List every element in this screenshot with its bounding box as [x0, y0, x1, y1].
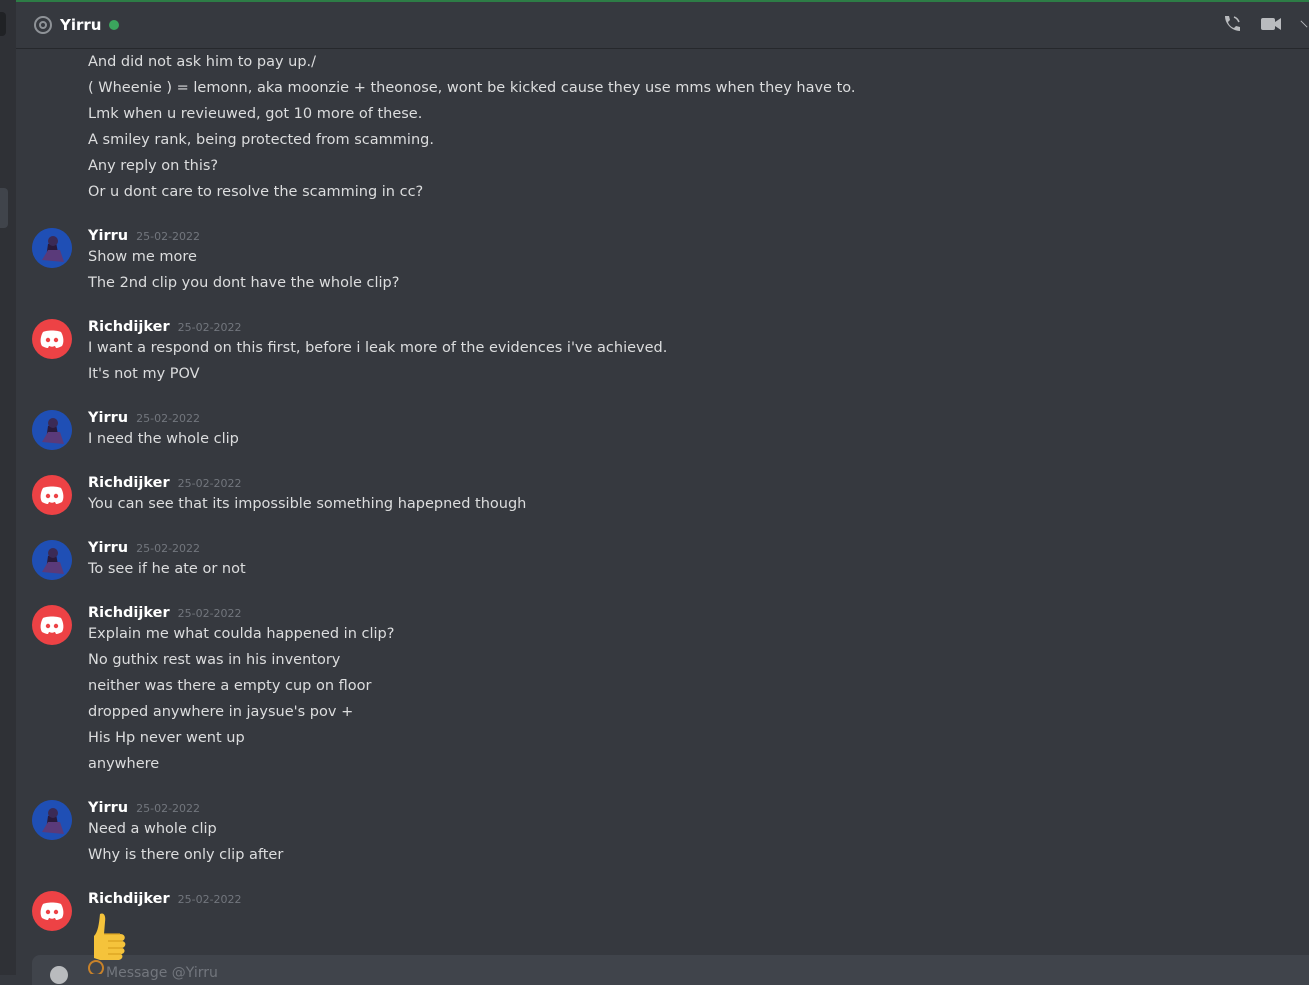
message-timestamp: 25-02-2022 [177, 477, 242, 490]
message-timestamp: 25-02-2022 [177, 321, 242, 334]
author-name[interactable]: Yirru [88, 410, 128, 426]
discord-logo-icon[interactable] [32, 319, 72, 359]
message-line: anywhere [88, 756, 160, 772]
header-toolbar [1219, 12, 1309, 36]
message-timestamp: 25-02-2022 [177, 607, 242, 620]
message-line: Explain me what coulda happened in clip? [88, 626, 395, 642]
message-line: Or u dont care to resolve the scamming i… [88, 184, 424, 200]
message-line: Any reply on this? [88, 158, 219, 174]
yirru-avatar[interactable] [32, 800, 72, 840]
message-line: It's not my POV [88, 366, 200, 382]
message-line: Show me more [88, 249, 197, 265]
message-author-richdijker[interactable]: Richdijker 25-02-2022 [88, 475, 242, 491]
pinned-messages-icon[interactable] [1299, 12, 1309, 36]
message-line: To see if he ate or not [88, 561, 246, 577]
video-call-icon[interactable] [1259, 12, 1283, 36]
author-name[interactable]: Richdijker [88, 891, 170, 907]
message-line: ( Wheenie ) = lemonn, aka moonzie + theo… [88, 80, 856, 96]
thumbs-up-emoji [86, 912, 140, 976]
online-status-dot [109, 20, 120, 30]
message-timestamp: 25-02-2022 [136, 412, 201, 425]
sidebar-pill [0, 12, 6, 36]
author-name[interactable]: Richdijker [88, 319, 170, 335]
message-line: dropped anywhere in jaysue's pov + [88, 704, 354, 720]
message-line: Why is there only clip after [88, 847, 284, 863]
discord-logo-icon[interactable] [32, 475, 72, 515]
message-author-yirru[interactable]: Yirru 25-02-2022 [88, 410, 200, 426]
message-line: His Hp never went up [88, 730, 245, 746]
message-author-richdijker[interactable]: Richdijker 25-02-2022 [88, 891, 242, 907]
add-attachment-icon[interactable] [50, 966, 68, 984]
message-timestamp: 25-02-2022 [136, 802, 201, 815]
server-sidebar-edge [0, 0, 16, 975]
message-timestamp: 25-02-2022 [136, 230, 201, 243]
author-name[interactable]: Yirru [88, 228, 128, 244]
message-author-richdijker[interactable]: Richdijker 25-02-2022 [88, 605, 242, 621]
message-line: And did not ask him to pay up./ [88, 54, 317, 70]
channel-header: Yirru [16, 2, 1309, 49]
message-line: Need a whole clip [88, 821, 217, 837]
message-line: You can see that its impossible somethin… [88, 496, 527, 512]
message-line: The 2nd clip you dont have the whole cli… [88, 275, 400, 291]
message-line: A smiley rank, being protected from scam… [88, 132, 434, 148]
message-timestamp: 25-02-2022 [136, 542, 201, 555]
yirru-avatar[interactable] [32, 410, 72, 450]
sidebar-pill-selected [0, 188, 8, 228]
author-name[interactable]: Richdijker [88, 605, 170, 621]
author-name[interactable]: Yirru [88, 800, 128, 816]
discord-logo-icon[interactable] [32, 891, 72, 931]
message-line: I need the whole clip [88, 431, 239, 447]
message-line: I want a respond on this first, before i… [88, 340, 668, 356]
yirru-avatar[interactable] [32, 228, 72, 268]
message-list[interactable]: And did not ask him to pay up./ ( Wheeni… [16, 50, 1309, 955]
author-name[interactable]: Richdijker [88, 475, 170, 491]
at-icon [32, 14, 54, 36]
message-line: neither was there a empty cup on floor [88, 678, 372, 694]
dm-recipient-name[interactable]: Yirru [60, 16, 101, 34]
discord-logo-icon[interactable] [32, 605, 72, 645]
message-author-yirru[interactable]: Yirru 25-02-2022 [88, 800, 200, 816]
yirru-avatar[interactable] [32, 540, 72, 580]
phone-call-icon[interactable] [1219, 12, 1243, 36]
message-line: Lmk when u revieuwed, got 10 more of the… [88, 106, 423, 122]
author-name[interactable]: Yirru [88, 540, 128, 556]
message-author-richdijker[interactable]: Richdijker 25-02-2022 [88, 319, 242, 335]
message-composer[interactable]: Message @Yirru [32, 955, 1309, 985]
message-author-yirru[interactable]: Yirru 25-02-2022 [88, 540, 200, 556]
message-timestamp: 25-02-2022 [177, 893, 242, 906]
message-line: No guthix rest was in his inventory [88, 652, 341, 668]
message-author-yirru[interactable]: Yirru 25-02-2022 [88, 228, 200, 244]
